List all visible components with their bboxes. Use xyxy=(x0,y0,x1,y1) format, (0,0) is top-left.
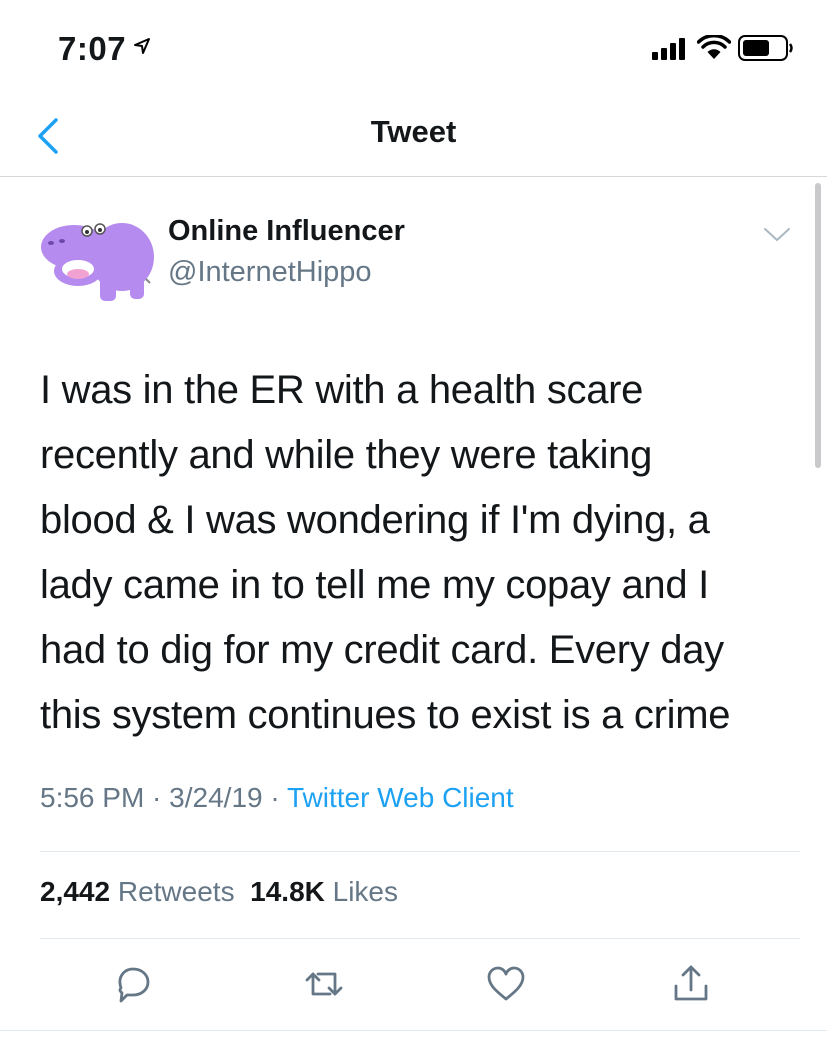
retweets-count: 2,442 xyxy=(40,876,111,907)
tweet-source-link[interactable]: Twitter Web Client xyxy=(287,782,514,813)
likes-label: Likes xyxy=(332,876,399,907)
reply-icon[interactable] xyxy=(111,962,155,1006)
scrollbar[interactable] xyxy=(815,183,821,468)
likes-stat[interactable]: 14.8K Likes xyxy=(250,876,398,907)
heart-icon[interactable] xyxy=(484,962,528,1006)
location-arrow-icon xyxy=(134,38,150,54)
tweet-date: 3/24/19 xyxy=(169,782,263,813)
divider xyxy=(40,938,800,939)
status-time: 7:07 xyxy=(58,30,127,67)
retweets-label: Retweets xyxy=(117,876,235,907)
tweet-stats: 2,442 Retweets 14.8K Likes xyxy=(40,876,398,908)
tweet-text: I was in the ER with a health scare rece… xyxy=(40,368,731,737)
cellular-signal-icon xyxy=(652,38,685,60)
retweet-icon[interactable] xyxy=(302,962,346,1006)
retweets-stat[interactable]: 2,442 Retweets xyxy=(40,876,235,907)
status-bar: 7:07 xyxy=(0,0,827,100)
navigation-bar: Tweet xyxy=(0,100,827,177)
divider xyxy=(40,851,800,852)
author-name[interactable]: Online Influencer xyxy=(168,215,405,248)
chevron-down-icon[interactable] xyxy=(763,226,791,244)
battery-icon xyxy=(738,35,793,61)
page-title: Tweet xyxy=(370,114,457,149)
wifi-icon xyxy=(697,35,731,59)
author-handle[interactable]: @InternetHippo xyxy=(168,256,372,289)
meta-separator: · xyxy=(262,782,287,813)
tweet-time: 5:56 PM xyxy=(40,782,145,813)
tweet-metadata: 5:56 PM · 3/24/19 · Twitter Web Client xyxy=(40,782,514,814)
avatar[interactable] xyxy=(38,205,156,305)
likes-count: 14.8K xyxy=(250,876,325,907)
share-icon[interactable] xyxy=(669,962,713,1006)
meta-separator: · xyxy=(144,782,170,813)
divider xyxy=(0,1030,827,1031)
